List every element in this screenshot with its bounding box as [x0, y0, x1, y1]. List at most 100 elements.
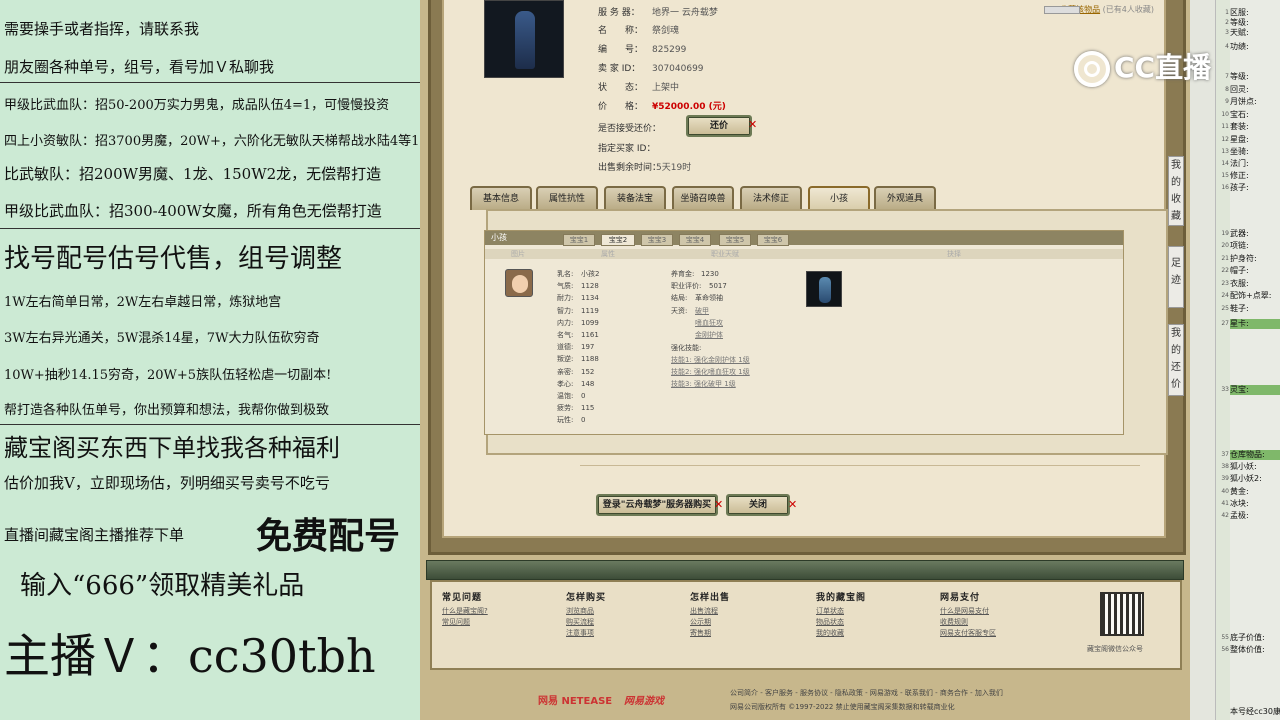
field-name: 名 称： 祭剑魂 — [598, 26, 680, 36]
row-numbers — [1216, 0, 1230, 720]
stats-sheet: 1 区服: 2 等级: 3 天赋: 4 功绩: 7 等级: 8 回灵: 9 月饼点: 10 宝石: 11 套装: 1… — [1190, 0, 1280, 720]
talent-extra[interactable]: 金刚护体 — [695, 330, 723, 340]
stat-row: 亲密: 152 — [557, 367, 595, 376]
tab-appearance[interactable]: 外观道具 — [874, 186, 936, 210]
qr-caption: 藏宝阁微信公众号 — [1087, 645, 1143, 653]
subtab-baby-2[interactable]: 宝宝2 — [601, 234, 635, 246]
stat-row: 内力: 1099 — [557, 318, 599, 327]
talent-extra[interactable]: 嗜血狂攻 — [695, 318, 723, 328]
skill-link[interactable]: 技能2: 强化嗜血狂攻 1级 — [671, 367, 750, 377]
column-header: 图片 属性 职业天赋 抉择 — [485, 249, 1123, 259]
sheet-row: 武器: — [1230, 229, 1249, 238]
overlay-line: 3W左右异光通关，5W混杀14星，7W大力队伍砍穷奇 — [4, 331, 320, 346]
netease-logo: 网易 NETEASE — [538, 696, 613, 707]
row-number: 33 — [1221, 386, 1229, 393]
subtab-baby-5[interactable]: 宝宝5 — [719, 234, 751, 246]
overlay-line: 1W左右简单日常，2W左右卓越日常，炼狱地宫 — [4, 295, 282, 310]
side-tab-counter-offers[interactable]: 我的还价 — [1168, 324, 1184, 396]
footer-link[interactable]: 注意事项 — [566, 628, 606, 639]
close-button[interactable]: 关闭 — [726, 494, 790, 516]
col-image: 图片 — [511, 250, 525, 258]
row-number: 16 — [1221, 184, 1229, 191]
footer-link[interactable]: 浏览商品 — [566, 606, 606, 617]
overlay-line: 四上小资敏队：招3700男魔，20W+，六阶化无敏队天梯帮战水陆4等1 — [4, 134, 420, 149]
bottom-links[interactable]: 公司简介 - 客户服务 - 服务协议 - 隐私政策 - 网易游戏 - 联系我们 … — [730, 688, 1003, 698]
row-number: 27 — [1221, 320, 1229, 327]
row-number: 9 — [1225, 98, 1229, 105]
footer-link[interactable]: 寄售期 — [690, 628, 730, 639]
divider — [0, 82, 420, 83]
subtab-baby-4[interactable]: 宝宝4 — [679, 234, 711, 246]
footer-link[interactable]: 网易支付客服专区 — [940, 628, 996, 639]
side-tab-footprint[interactable]: 足迹 — [1168, 246, 1184, 308]
row-number: 14 — [1221, 160, 1229, 167]
col-choice: 抉择 — [947, 250, 961, 258]
cbg-page: 服 务 器： 地界一 云舟载梦 名 称： 祭剑魂 编 号： 825299 卖 家 ID… — [420, 0, 1190, 720]
row-number: 55 — [1221, 634, 1229, 641]
tab-child[interactable]: 小孩 — [808, 186, 870, 210]
footer-link[interactable]: 常见问题 — [442, 617, 488, 628]
row-number: 15 — [1221, 172, 1229, 179]
stat-row: 职业评价: 5017 — [671, 282, 727, 290]
stat-row: 耐力: 1134 — [557, 294, 599, 303]
overlay-headline: 藏宝阁买东西下单找我各种福利 — [4, 434, 340, 462]
sheet-row: 仓库物品: — [1230, 450, 1280, 460]
subtab-baby-3[interactable]: 宝宝3 — [641, 234, 673, 246]
footer-link[interactable]: 订单状态 — [816, 606, 866, 617]
footer-links: 常见问题 什么是藏宝阁? 常见问题 怎样购买 浏览商品 购买流程 注意事项 怎样… — [430, 580, 1182, 670]
sheet-row: 区服: — [1230, 8, 1249, 17]
footer-link[interactable]: 我的收藏 — [816, 628, 866, 639]
skills-title: 强化技能: — [671, 344, 702, 352]
sheet-row: 修正: — [1230, 171, 1249, 180]
sheet-row: 星卡: — [1230, 319, 1280, 329]
row-number: 19 — [1221, 230, 1229, 237]
sheet-row: 护身符: — [1230, 254, 1257, 263]
stat-row: 疲劳: 115 — [557, 404, 595, 413]
row-number: 1 — [1225, 9, 1229, 16]
subtab-baby-6[interactable]: 宝宝6 — [757, 234, 789, 246]
streamer-overlay: 需要操手或者指挥，请联系我 朋友圈各种单号，组号，看号加Ｖ私聊我 甲级比武血队：… — [0, 0, 420, 720]
skill-link[interactable]: 技能3: 强化破甲 1级 — [671, 379, 736, 389]
tab-basic-info[interactable]: 基本信息 — [470, 186, 532, 210]
stat-row: 道德: 197 — [557, 343, 595, 352]
counter-offer-button[interactable]: 还价 — [686, 115, 752, 137]
child-avatar — [505, 269, 533, 297]
footer-link[interactable]: 什么是网易支付 — [940, 606, 996, 617]
stat-row: 结局: 革命领袖 — [671, 294, 723, 302]
sheet-row: 法门: — [1230, 159, 1249, 168]
overlay-line: 比武敏队：招200W男魔、1龙、150W2龙，无偿帮打造 — [4, 165, 382, 183]
footer-link[interactable]: 购买流程 — [566, 617, 606, 628]
stat-row: 乳名: 小孩2 — [557, 270, 600, 278]
row-number: 56 — [1221, 646, 1229, 653]
row-number: 25 — [1221, 305, 1229, 312]
divider — [0, 424, 420, 425]
side-tab-favorites[interactable]: 我的收藏 — [1168, 156, 1184, 226]
field-buyer-id: 指定买家 ID： — [598, 144, 656, 154]
login-buy-button[interactable]: 登录"云舟载梦"服务器购买 — [596, 494, 718, 516]
overlay-free-match: 免费配号 — [256, 515, 401, 557]
sheet-row: 底子价值: — [1230, 633, 1265, 642]
overlay-line: 甲级比武血队：招50-200万实力男鬼，成品队伍4=1，可慢慢投资 — [4, 98, 390, 113]
skill-link[interactable]: 技能1: 强化金刚护体 1级 — [671, 355, 750, 365]
tab-mounts-pets[interactable]: 坐骑召唤兽 — [672, 186, 734, 210]
row-number: 12 — [1221, 136, 1229, 143]
tab-spell-mod[interactable]: 法术修正 — [740, 186, 802, 210]
field-id: 编 号： 825299 — [598, 45, 687, 55]
tab-equipment[interactable]: 装备法宝 — [604, 186, 666, 210]
subtab-baby-1[interactable]: 宝宝1 — [563, 234, 595, 246]
footer-link[interactable]: 公示期 — [690, 617, 730, 628]
footer-link[interactable]: 物品状态 — [816, 617, 866, 628]
row-number: 23 — [1221, 280, 1229, 287]
footer-link[interactable]: 出售流程 — [690, 606, 730, 617]
sheet-row: 孟极: — [1230, 511, 1249, 520]
stat-row: 孝心: 148 — [557, 379, 595, 388]
stat-row: 叛逆: 1188 — [557, 355, 599, 364]
footer-link[interactable]: 什么是藏宝阁? — [442, 606, 488, 617]
row-number: 21 — [1221, 255, 1229, 262]
footer-link[interactable]: 收费规则 — [940, 617, 996, 628]
sheet-row: 天赋: — [1230, 28, 1249, 37]
sheet-row: 冰块: — [1230, 499, 1249, 508]
tab-attributes[interactable]: 属性抗性 — [536, 186, 598, 210]
sheet-row: 狐小妖2: — [1230, 474, 1262, 483]
sheet-row: 宝石: — [1230, 110, 1249, 119]
